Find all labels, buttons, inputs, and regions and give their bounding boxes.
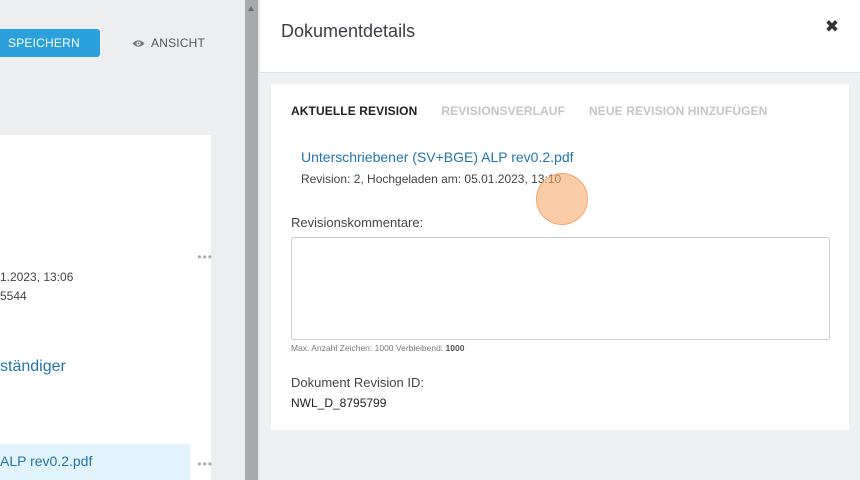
document-list-card [0, 135, 211, 480]
click-indicator [536, 173, 588, 225]
scrollbar[interactable] [245, 0, 258, 480]
tab-add-revision[interactable]: NEUE REVISION HINZUFÜGEN [589, 104, 767, 118]
list-item-file-link[interactable]: ALP rev0.2.pdf [0, 453, 92, 469]
revision-id-label: Dokument Revision ID: [291, 375, 424, 390]
drawer-title: Dokumentdetails [281, 21, 416, 41]
revision-tabs: AKTUELLE REVISION REVISIONSVERLAUF NEUE … [291, 104, 767, 118]
save-button[interactable]: SPEICHERN [0, 29, 100, 57]
view-button-label: ANSICHT [151, 36, 206, 50]
more-menu-icon[interactable]: ••• [197, 457, 213, 471]
comments-textarea[interactable] [291, 237, 830, 340]
revision-id-value: NWL_D_8795799 [291, 396, 387, 410]
drawer-header: Dokumentdetails ✖ [260, 0, 860, 73]
section-heading: ständiger [0, 358, 66, 375]
view-button[interactable]: ANSICHT [132, 36, 205, 50]
document-details-drawer: Dokumentdetails ✖ AKTUELLE REVISION REVI… [260, 0, 860, 480]
char-hint-prefix: Max. Anzahl Zeichen: 1000 Verbleibend: [291, 343, 444, 353]
tab-current-revision[interactable]: AKTUELLE REVISION [291, 104, 417, 118]
tab-revision-history[interactable]: REVISIONSVERLAUF [441, 104, 565, 118]
char-remaining-count: 1000 [445, 343, 465, 353]
document-meta-number: 5544 [0, 289, 27, 303]
more-menu-icon[interactable]: ••• [197, 250, 213, 264]
file-download-link[interactable]: Unterschriebener (SV+BGE) ALP rev0.2.pdf [301, 149, 574, 165]
character-count-hint: Max. Anzahl Zeichen: 1000 Verbleibend: 1… [291, 343, 464, 353]
revision-panel: AKTUELLE REVISION REVISIONSVERLAUF NEUE … [271, 84, 849, 430]
background-page: SPEICHERN ANSICHT ••• 1.2023, 13:06 5544… [0, 0, 245, 480]
close-icon[interactable]: ✖ [824, 18, 840, 36]
eye-icon [132, 39, 145, 47]
comments-label: Revisionskommentare: [291, 215, 424, 230]
file-revision-meta: Revision: 2, Hochgeladen am: 05.01.2023,… [301, 172, 562, 186]
scroll-up-arrow-icon[interactable] [248, 6, 254, 11]
document-meta-date: 1.2023, 13:06 [0, 270, 74, 284]
